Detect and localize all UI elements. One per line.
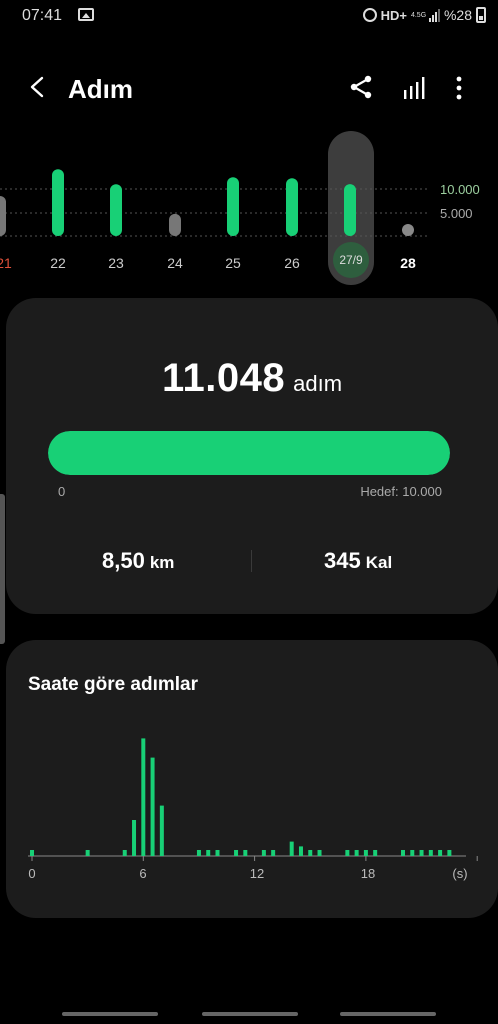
alarm-icon xyxy=(362,8,377,22)
edge-panel-handle[interactable] xyxy=(0,494,5,644)
hourly-bar xyxy=(261,850,266,856)
step-total: 11.048 xyxy=(161,356,286,400)
calories-value: 345 xyxy=(324,548,361,573)
metric-divider xyxy=(251,550,252,572)
hourly-bar xyxy=(317,850,322,856)
day-label-21[interactable]: 21 xyxy=(0,255,24,271)
day-label-28[interactable]: 28 xyxy=(388,255,428,271)
more-options-icon[interactable] xyxy=(450,75,468,101)
signal-icon xyxy=(428,8,440,22)
hour-tick-0: 0 xyxy=(28,866,36,881)
hour-tick-6: 6 xyxy=(139,866,147,881)
day-label-22[interactable]: 22 xyxy=(38,255,78,271)
hourly-bar xyxy=(150,757,155,856)
day-label-25[interactable]: 25 xyxy=(213,255,253,271)
goal-label: Hedef: 10.000 xyxy=(360,484,442,499)
status-icons: HD+ 4.5G %28 xyxy=(362,7,486,23)
hourly-bar xyxy=(419,850,424,856)
page-title: Adım xyxy=(68,74,133,104)
nav-home-button[interactable] xyxy=(202,1012,298,1016)
hourly-bar xyxy=(428,850,433,856)
daily-steps-chart[interactable]: 10.000 5.000 21 22 23 24 25 26 27/9 28 xyxy=(0,128,498,288)
hourly-bar xyxy=(122,850,127,856)
hourly-bar xyxy=(289,841,294,856)
day-bar-25 xyxy=(227,177,239,236)
goal-progress-fill xyxy=(48,431,450,475)
progress-min-label: 0 xyxy=(58,484,66,499)
day-bar-28 xyxy=(402,224,414,236)
guide-label-5000: 5.000 xyxy=(440,206,473,221)
hourly-bar xyxy=(196,850,201,856)
hour-tick-unit: (s) xyxy=(452,866,468,881)
hourly-bar xyxy=(234,850,239,856)
distance-value: 8,50 xyxy=(102,548,145,573)
hourly-bar xyxy=(401,850,405,856)
hourly-bar xyxy=(308,850,313,856)
hourly-bar xyxy=(206,850,211,856)
back-icon[interactable] xyxy=(28,76,46,98)
hourly-bar xyxy=(438,850,443,856)
battery-icon xyxy=(476,7,486,23)
share-icon[interactable] xyxy=(348,74,374,100)
hourly-bar xyxy=(271,850,276,856)
calories-metric: 345 Kal xyxy=(324,548,392,574)
hourly-bar xyxy=(30,850,34,856)
hourly-steps-card: Saate göre adımlar 0 6 12 18 (s) xyxy=(6,640,498,918)
hourly-bar xyxy=(141,738,146,856)
nav-recents-button[interactable] xyxy=(62,1012,158,1016)
guide-label-10000: 10.000 xyxy=(440,182,480,197)
hourly-bar xyxy=(85,850,90,856)
hourly-bar xyxy=(373,850,378,856)
goal-progress-bar xyxy=(48,431,450,475)
hour-tick-12: 12 xyxy=(249,866,265,881)
hourly-bar xyxy=(132,820,137,856)
hourly-bar xyxy=(215,850,220,856)
day-bar-23 xyxy=(110,184,122,236)
status-time: 07:41 xyxy=(22,7,63,24)
distance-metric: 8,50 km xyxy=(102,548,174,574)
day-label-23[interactable]: 23 xyxy=(96,255,136,271)
bar-chart-icon[interactable] xyxy=(402,76,426,100)
day-bar-27/9 xyxy=(344,184,356,236)
step-count: 11.048 adım xyxy=(6,356,498,401)
day-label-26[interactable]: 26 xyxy=(272,255,312,271)
nav-back-button[interactable] xyxy=(340,1012,436,1016)
summary-card: 11.048 adım 0 Hedef: 10.000 8,50 km 345 Kal xyxy=(6,298,498,614)
step-unit: adım xyxy=(293,371,343,396)
hour-tick-18: 18 xyxy=(360,866,376,881)
gallery-notification-icon xyxy=(78,8,94,21)
calories-unit: Kal xyxy=(365,553,393,572)
hourly-bar xyxy=(243,850,248,856)
hourly-bar xyxy=(354,850,359,856)
day-bar-21 xyxy=(0,196,6,236)
hourly-bar xyxy=(363,850,368,856)
network-gen: 4.5G xyxy=(410,11,427,19)
hourly-bar xyxy=(298,846,303,856)
app-header: Adım xyxy=(0,60,498,116)
day-bar-22 xyxy=(52,169,64,236)
day-bar-24 xyxy=(169,213,181,236)
hourly-bar xyxy=(410,850,415,856)
network-type: HD+ xyxy=(380,7,407,23)
hourly-bar xyxy=(159,805,164,856)
day-label-selected[interactable]: 27/9 xyxy=(333,242,369,278)
status-bar: 07:41 HD+ 4.5G %28 xyxy=(0,0,498,34)
battery-level: %28 xyxy=(443,7,472,23)
day-bar-26 xyxy=(286,178,298,236)
hourly-bar xyxy=(345,850,350,856)
hourly-bar xyxy=(447,850,452,856)
day-label-24[interactable]: 24 xyxy=(155,255,195,271)
distance-unit: km xyxy=(149,553,175,572)
